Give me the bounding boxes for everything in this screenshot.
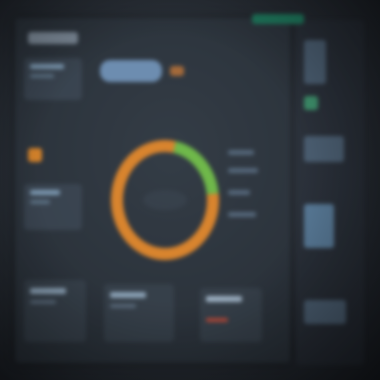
summary-badge[interactable]: [100, 60, 162, 82]
blurred-content: [0, 0, 380, 380]
top-status-indicator[interactable]: [252, 14, 304, 24]
header-title-placeholder: [28, 32, 78, 44]
right-sidebar-block-4[interactable]: [304, 300, 346, 324]
status-dot-icon: [170, 66, 184, 76]
legend-item-4: [228, 212, 256, 217]
left-stat-tile-2[interactable]: [24, 184, 82, 230]
donut-chart[interactable]: [110, 140, 220, 260]
left-stat-tile-1[interactable]: [24, 58, 82, 100]
dashboard-screen: [0, 0, 380, 380]
donut-segment-green[interactable]: [172, 141, 219, 195]
legend-item-1: [228, 150, 254, 155]
donut-center-label: [143, 190, 187, 210]
bottom-tile-1[interactable]: [24, 280, 86, 342]
legend-item-2: [228, 168, 258, 173]
bottom-tile-3[interactable]: [200, 288, 262, 342]
right-sidebar-block-2[interactable]: [304, 136, 344, 162]
bottom-tile-2[interactable]: [104, 284, 174, 342]
legend-item-3: [228, 190, 250, 195]
warning-icon: [28, 148, 42, 162]
right-sidebar-block-1[interactable]: [304, 40, 326, 84]
right-sidebar-icon-1: [304, 96, 318, 110]
right-sidebar-block-3[interactable]: [304, 204, 334, 248]
donut-svg: [111, 140, 219, 260]
